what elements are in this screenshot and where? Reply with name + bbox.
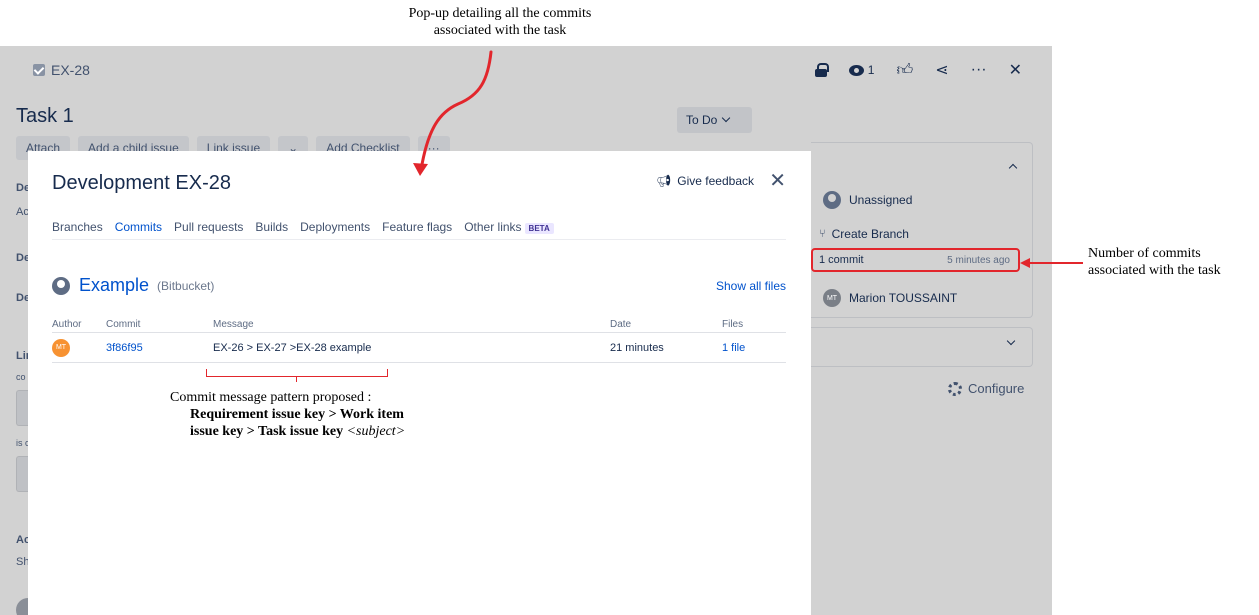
commit-arrow-head	[1020, 258, 1030, 268]
annotation-arrows	[413, 50, 1083, 268]
popup-arrow	[419, 50, 493, 172]
popup-arrow-head	[413, 163, 428, 176]
